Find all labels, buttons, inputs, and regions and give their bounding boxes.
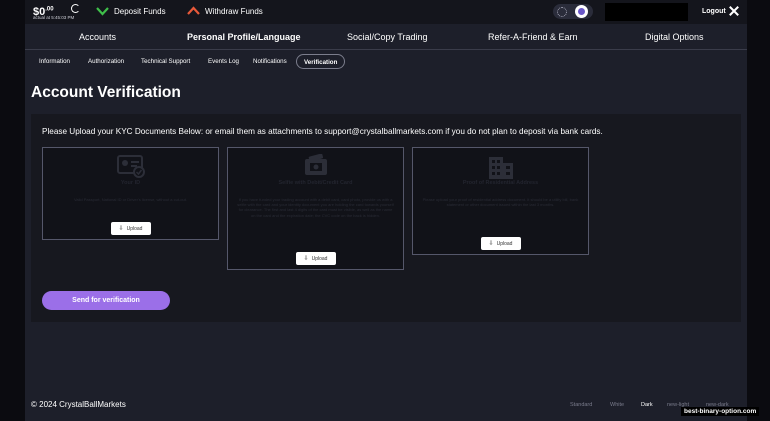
card-description: Valid Passport, National ID or Driver's … <box>74 197 187 202</box>
logout-button[interactable]: Logout <box>702 8 726 15</box>
chevron-down-icon <box>96 7 109 16</box>
kyc-instructions: Please Upload your KYC Documents Below: … <box>42 127 603 136</box>
send-for-verification-button[interactable]: Send for verification <box>42 291 170 310</box>
theme-white-link[interactable]: White <box>610 402 624 408</box>
withdraw-funds-label: Withdraw Funds <box>205 6 263 16</box>
tab-events-log[interactable]: Events Log <box>208 58 239 65</box>
selfie-card-icon <box>304 154 327 175</box>
nav-refer-a-friend[interactable]: Refer-A-Friend & Earn <box>488 32 578 42</box>
upload-icon: ⇩ <box>118 226 124 232</box>
verification-panel: Please Upload your KYC Documents Below: … <box>31 114 741 322</box>
nav-digital-options[interactable]: Digital Options <box>645 32 704 42</box>
deposit-funds-label: Deposit Funds <box>114 6 166 16</box>
upload-address-button[interactable]: ⇩ Upload <box>480 237 521 250</box>
theme-dark-link[interactable]: Dark <box>641 402 653 408</box>
redacted-area <box>605 3 688 21</box>
theme-standard-link[interactable]: Standard <box>570 402 592 408</box>
upload-icon: ⇩ <box>488 241 494 247</box>
main-nav: Accounts Personal Profile/Language Socia… <box>25 24 747 50</box>
upload-id-button[interactable]: ⇩ Upload <box>110 222 151 235</box>
withdraw-funds-button[interactable]: Withdraw Funds <box>187 6 263 16</box>
close-icon[interactable] <box>729 6 739 16</box>
building-icon <box>488 157 513 179</box>
upload-icon: ⇩ <box>303 256 309 262</box>
id-card-icon <box>116 155 145 178</box>
tab-authorization[interactable]: Authorization <box>88 58 124 65</box>
refresh-icon[interactable] <box>71 4 80 13</box>
chevron-up-icon <box>187 6 200 15</box>
theme-toggle[interactable] <box>553 4 593 19</box>
nav-social-copy-trading[interactable]: Social/Copy Trading <box>347 32 428 42</box>
card-title: Proof of Residential Address <box>462 180 539 186</box>
deposit-funds-button[interactable]: Deposit Funds <box>96 6 166 16</box>
nav-accounts[interactable]: Accounts <box>79 32 116 42</box>
balance-timestamp: actual at 5:45:03 PM <box>33 15 75 20</box>
card-proof-of-address: Proof of Residential Address Please uplo… <box>412 147 589 255</box>
tab-verification[interactable]: Verification <box>296 54 346 69</box>
card-description: Please upload your proof of residential … <box>422 197 579 208</box>
card-your-id: Your ID Valid Passport, National ID or D… <box>42 147 219 240</box>
nav-personal-profile[interactable]: Personal Profile/Language <box>187 32 301 42</box>
sun-icon[interactable] <box>557 6 567 17</box>
moon-icon[interactable] <box>575 5 588 18</box>
page-title: Account Verification <box>31 84 181 101</box>
card-title: Your ID <box>120 180 141 186</box>
app-window: $0.00 actual at 5:45:03 PM Deposit Funds… <box>25 0 747 421</box>
tab-technical-support[interactable]: Technical Support <box>141 58 190 65</box>
balance: $0.00 actual at 5:45:03 PM <box>33 2 80 20</box>
watermark: best-binary-option.com <box>681 407 760 416</box>
tab-information[interactable]: Information <box>39 58 70 65</box>
card-selfie-with-card: Selfie with Debit/Credit Card If you hav… <box>227 147 404 270</box>
card-description: If you have funded your trading account … <box>237 197 394 218</box>
footer-copyright: © 2024 CrystalBallMarkets <box>31 400 126 409</box>
top-bar: $0.00 actual at 5:45:03 PM Deposit Funds… <box>25 0 747 24</box>
card-title: Selfie with Debit/Credit Card <box>278 180 353 186</box>
upload-selfie-button[interactable]: ⇩ Upload <box>295 252 336 265</box>
sub-nav: Information Authorization Technical Supp… <box>25 51 747 73</box>
tab-notifications[interactable]: Notifications <box>253 58 287 65</box>
